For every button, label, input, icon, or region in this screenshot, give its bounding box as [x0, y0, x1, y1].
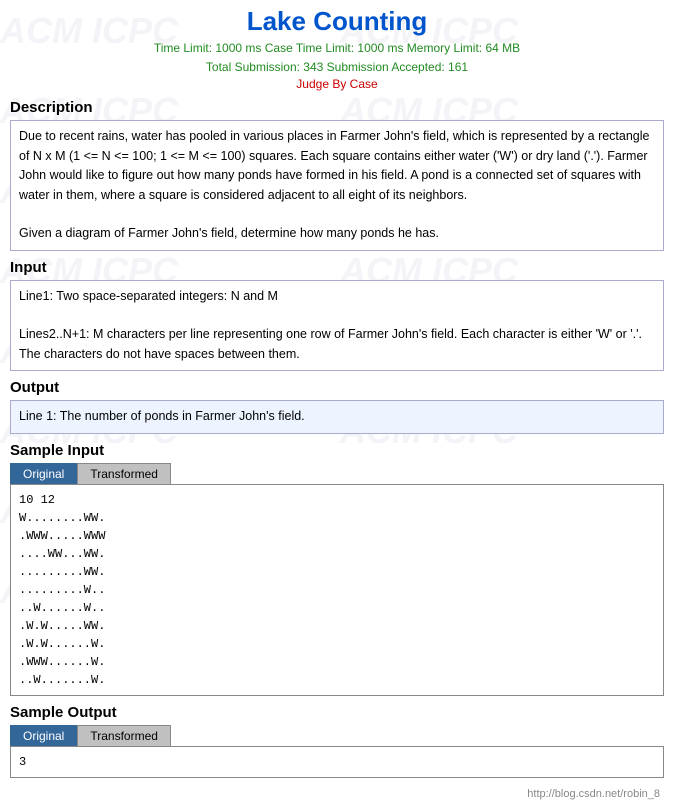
meta-line-2: Total Submission: 343 Submission Accepte…: [10, 58, 664, 77]
input-line2: Lines2..N+1: M characters per line repre…: [19, 325, 655, 364]
description-text1: Due to recent rains, water has pooled in…: [19, 127, 655, 205]
sample-input-label: Sample Input: [10, 442, 664, 459]
sample-output-tab-transformed[interactable]: Transformed: [77, 725, 171, 746]
sample-output-content: 3: [10, 746, 664, 778]
meta-judge: Judge By Case: [10, 77, 664, 91]
output-text: Line 1: The number of ponds in Farmer Jo…: [19, 407, 655, 426]
input-label: Input: [10, 259, 664, 276]
page-title: Lake Counting: [10, 0, 664, 39]
sample-output-tabs: Original Transformed: [10, 725, 664, 746]
description-box: Due to recent rains, water has pooled in…: [10, 120, 664, 250]
footer-url: http://blog.csdn.net/robin_8: [10, 784, 664, 800]
output-label: Output: [10, 379, 664, 396]
input-box: Line1: Two space-separated integers: N a…: [10, 280, 664, 372]
sample-input-content: 10 12 W........WW. .WWW.....WWW ....WW..…: [10, 484, 664, 696]
sample-input-tab-original[interactable]: Original: [10, 463, 77, 484]
sample-output-tab-original[interactable]: Original: [10, 725, 77, 746]
description-text2: Given a diagram of Farmer John's field, …: [19, 224, 655, 243]
sample-input-tab-transformed[interactable]: Transformed: [77, 463, 171, 484]
sample-output-label: Sample Output: [10, 704, 664, 721]
output-box: Line 1: The number of ponds in Farmer Jo…: [10, 400, 664, 433]
description-label: Description: [10, 99, 664, 116]
meta-line-1: Time Limit: 1000 ms Case Time Limit: 100…: [10, 39, 664, 58]
input-line1: Line1: Two space-separated integers: N a…: [19, 287, 655, 306]
sample-input-tabs: Original Transformed: [10, 463, 664, 484]
